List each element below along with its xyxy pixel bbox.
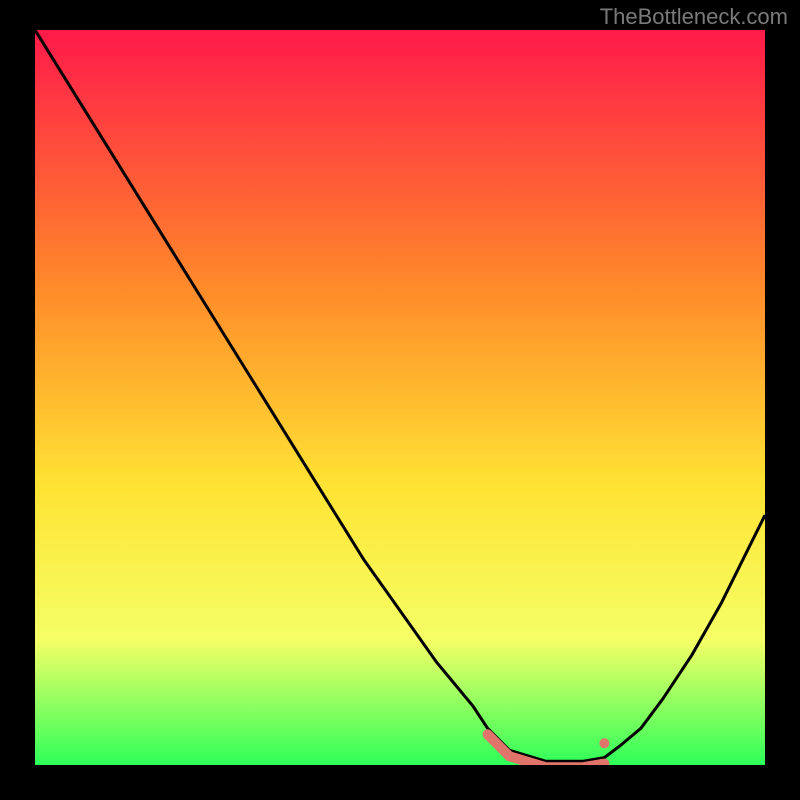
highlight-dot-1 [599, 738, 609, 748]
chart-container: TheBottleneck.com [0, 0, 800, 800]
plot-area [35, 30, 765, 765]
gradient-background [35, 30, 765, 765]
watermark-text: TheBottleneck.com [600, 4, 788, 30]
highlight-dot-0 [484, 732, 492, 740]
chart-svg [35, 30, 765, 765]
